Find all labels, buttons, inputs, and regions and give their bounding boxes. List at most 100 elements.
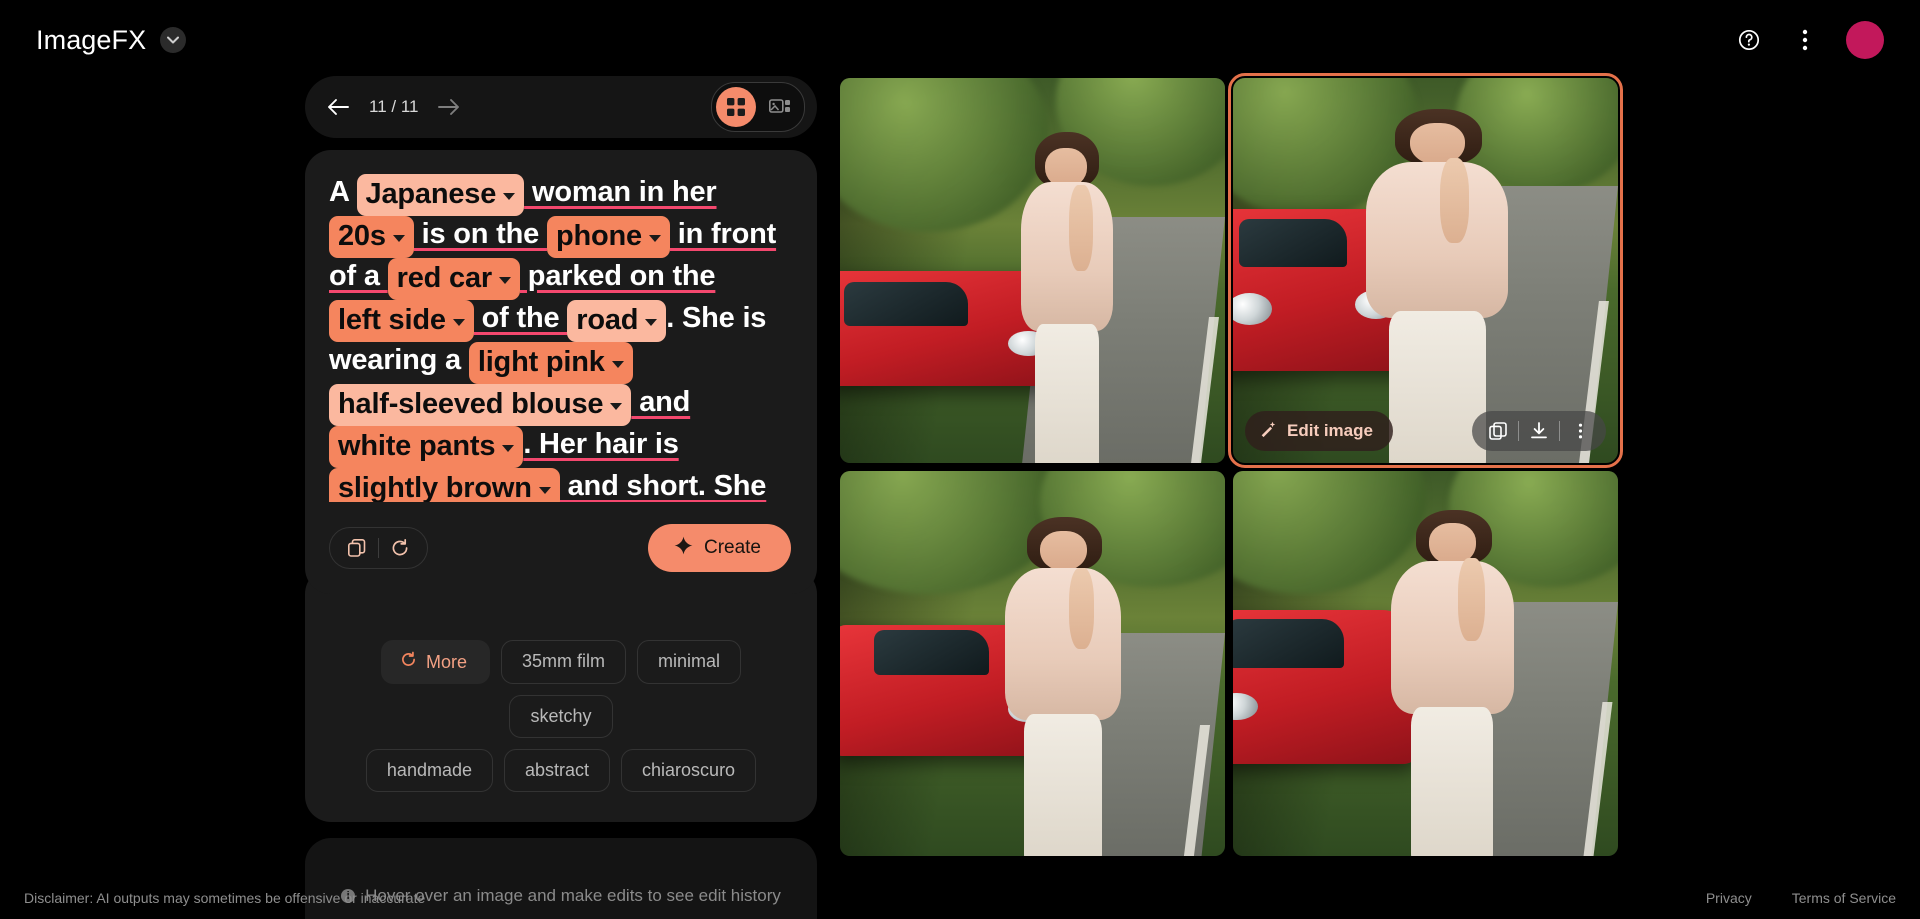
prompt-plain-text: of the [473,302,568,334]
terms-link[interactable]: Terms of Service [1792,890,1896,906]
photo [840,471,1225,856]
prompt-chip[interactable]: phone [546,216,670,258]
chevron-down-icon[interactable] [610,402,623,410]
chevron-down-icon[interactable] [645,318,658,326]
prompt-editor[interactable]: A Japanese woman in her 20s is on the ph… [329,172,791,502]
prompt-chip[interactable]: half-sleeved blouse [329,384,632,426]
style-chip[interactable]: sketchy [509,695,613,738]
app-header: ImageFX [0,0,1920,80]
imagefx-app: ImageFX 11 / 11 A Japanese woman in her … [0,0,1920,919]
prompt-chip-label: Japanese [365,178,497,210]
app-title: ImageFX [36,24,147,55]
prompt-plain-text: is on the [413,218,547,250]
prompt-chip[interactable]: white pants [329,426,524,468]
style-chip-more[interactable]: More [380,640,490,684]
arrow-right-icon[interactable] [434,92,464,122]
prompt-chip-label: light pink [477,346,605,378]
prompt-actions: Create [329,524,791,572]
prompt-chip-label: white pants [338,430,496,462]
chevron-down-icon[interactable] [611,360,624,368]
download-icon[interactable] [1519,411,1559,451]
nav-left: 11 / 11 [323,92,464,122]
chevron-down-icon[interactable] [538,486,551,494]
magic-wand-icon [1259,420,1277,443]
style-chip-label: 35mm film [521,651,605,671]
app-footer: Disclaimer: AI outputs may sometimes be … [0,877,1920,919]
privacy-link[interactable]: Privacy [1706,890,1752,906]
style-chip-label: sketchy [530,706,592,726]
prompt-chip-label: road [576,304,639,336]
prompt-plain-text: and [631,386,691,418]
style-chip-label: abstract [525,760,590,780]
prompt-chip-label: slightly brown [338,472,532,502]
prompt-plain-text: . Her hair is [523,428,679,460]
style-chip-more-label: More [425,651,467,672]
style-chip-label: handmade [386,760,472,780]
avatar[interactable] [1846,21,1884,59]
prompt-chip-label: 20s [338,220,386,252]
style-chip[interactable]: 35mm film [500,640,626,684]
prompt-plain-text: and short. She [559,470,767,502]
copy-icon[interactable] [336,528,378,568]
create-button-label: Create [703,537,761,558]
chevron-down-icon[interactable] [160,27,187,53]
brand[interactable]: ImageFX [36,24,187,56]
style-chip[interactable]: chiaroscuro [621,749,757,792]
prompt-plain-text: A [329,176,357,208]
style-chip-row-2: handmade abstract chiaroscuro [333,749,789,792]
style-chip[interactable]: minimal [637,640,742,684]
disclaimer-text: Disclaimer: AI outputs may sometimes be … [24,890,426,906]
footer-links: Privacy Terms of Service [1706,890,1896,906]
prompt-chip-label: red car [396,262,493,294]
chevron-down-icon[interactable] [648,234,661,242]
prompt-chip[interactable]: 20s [329,216,414,258]
help-circle-icon[interactable] [1734,25,1764,55]
image-hover-overlay: Edit image [1233,399,1618,463]
style-chip-label: minimal [658,651,721,671]
create-button[interactable]: Create [647,524,791,572]
copy-icon[interactable] [1478,411,1518,451]
edit-image-label: Edit image [1287,421,1373,440]
refresh-icon [400,651,417,673]
prompt-chip-label: phone [555,220,642,252]
image-counter: 11 / 11 [369,97,419,116]
left-panel: 11 / 11 A Japanese woman in her 20s is o… [305,76,817,919]
refresh-icon[interactable] [379,528,421,568]
chevron-down-icon[interactable] [392,234,405,242]
image-grid: Edit image [840,73,1623,858]
gallery-image-2[interactable]: Edit image [1228,73,1623,468]
prompt-chip[interactable]: red car [387,258,520,300]
prompt-text: A Japanese woman in her 20s is on the ph… [329,174,776,502]
chevron-down-icon[interactable] [452,318,465,326]
style-chip[interactable]: handmade [365,749,493,792]
single-view-icon[interactable] [760,87,800,127]
prompt-chip-label: half-sleeved blouse [338,388,604,420]
style-chip[interactable]: abstract [504,749,611,792]
gallery-image-3[interactable] [840,471,1225,856]
chevron-down-icon[interactable] [502,444,515,452]
prompt-chip[interactable]: left side [329,300,474,342]
prompt-card: A Japanese woman in her 20s is on the ph… [305,150,817,594]
arrow-left-icon[interactable] [323,92,353,122]
chevron-down-icon[interactable] [498,276,511,284]
edit-image-button[interactable]: Edit image [1245,411,1393,451]
prompt-tool-group [329,527,428,569]
more-vert-icon[interactable] [1790,25,1820,55]
gallery-image-4[interactable] [1233,471,1618,856]
prompt-chip-label: left side [338,304,446,336]
prompt-chip[interactable]: light pink [468,342,633,384]
sparkle-icon [674,536,693,561]
chevron-down-icon[interactable] [503,192,516,200]
prompt-chip[interactable]: slightly brown [329,468,560,502]
grid-view-icon[interactable] [716,87,756,127]
image-action-group [1472,411,1606,451]
style-chip-label: chiaroscuro [642,760,736,780]
gallery-image-1[interactable] [840,78,1225,463]
photo [840,78,1225,463]
more-vert-icon[interactable] [1560,411,1600,451]
prompt-chip[interactable]: road [567,300,667,342]
prompt-nav-bar: 11 / 11 [305,76,817,138]
style-chip-row-1: More 35mm film minimal sketchy [333,640,789,738]
prompt-chip[interactable]: Japanese [356,174,525,216]
view-toggle [711,82,805,132]
